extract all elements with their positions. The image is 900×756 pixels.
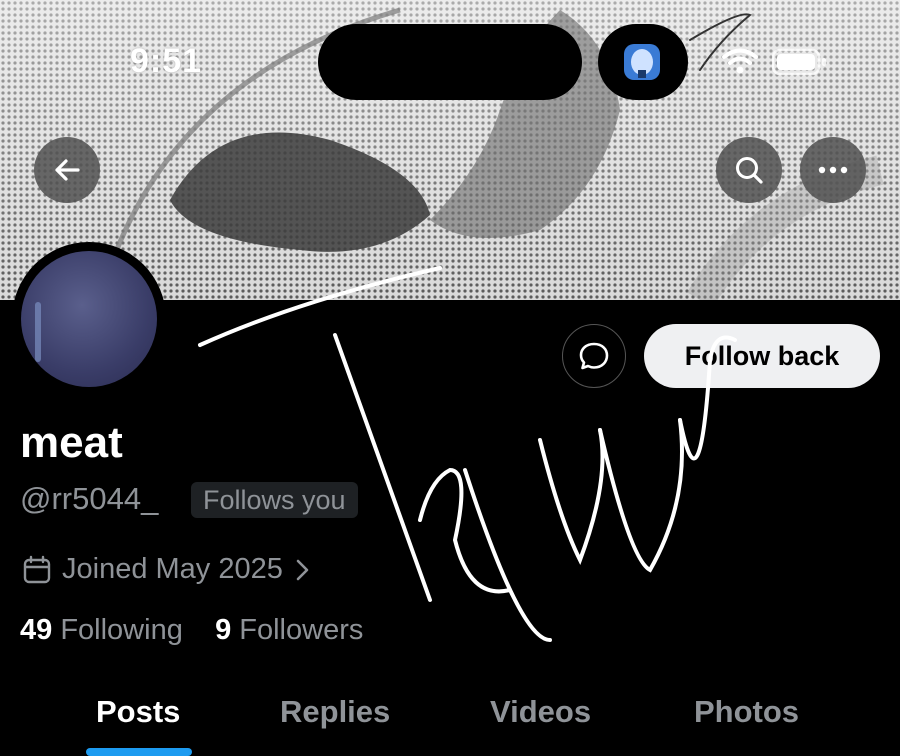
live-activity-icon bbox=[598, 24, 688, 100]
followers-label: Followers bbox=[239, 614, 364, 646]
profile-handle: @rr5044_ bbox=[20, 481, 159, 516]
wifi-icon bbox=[722, 48, 758, 74]
follows-you-badge: Follows you bbox=[191, 482, 358, 518]
back-button[interactable] bbox=[34, 137, 100, 203]
following-count: 49 bbox=[20, 614, 53, 646]
more-horizontal-icon bbox=[818, 166, 848, 174]
chevron-right-icon bbox=[296, 559, 309, 580]
search-button[interactable] bbox=[716, 137, 782, 203]
message-button[interactable] bbox=[562, 324, 626, 388]
search-icon bbox=[736, 157, 763, 184]
following-link[interactable]: 49 Following bbox=[20, 614, 183, 646]
dynamic-island bbox=[318, 24, 582, 100]
tab-replies[interactable]: Replies bbox=[280, 694, 390, 730]
message-bubble-icon bbox=[579, 342, 609, 370]
profile-tabs: Posts Replies Videos Photos bbox=[0, 684, 900, 756]
avatar-image bbox=[21, 251, 157, 387]
profile-name: meat bbox=[20, 418, 123, 467]
tab-videos[interactable]: Videos bbox=[490, 694, 591, 730]
active-tab-indicator bbox=[86, 748, 192, 756]
avatar[interactable] bbox=[12, 242, 166, 396]
status-bar: 9:51 bbox=[0, 0, 900, 110]
follow-back-button[interactable]: Follow back bbox=[644, 324, 880, 388]
tab-posts[interactable]: Posts bbox=[96, 694, 180, 730]
followers-link[interactable]: 9 Followers bbox=[215, 614, 363, 646]
calendar-icon bbox=[23, 555, 51, 583]
joined-date: Joined May 2025 bbox=[62, 553, 283, 585]
more-button[interactable] bbox=[800, 137, 866, 203]
tab-photos[interactable]: Photos bbox=[694, 694, 799, 730]
following-label: Following bbox=[60, 614, 183, 646]
status-time: 9:51 bbox=[130, 42, 203, 80]
followers-count: 9 bbox=[215, 614, 232, 646]
joined-date-row[interactable]: Joined May 2025 bbox=[22, 553, 311, 586]
follow-stats: 49 Following 9 Followers bbox=[20, 614, 363, 647]
arrow-left-icon bbox=[55, 159, 80, 181]
battery-icon bbox=[772, 48, 826, 76]
